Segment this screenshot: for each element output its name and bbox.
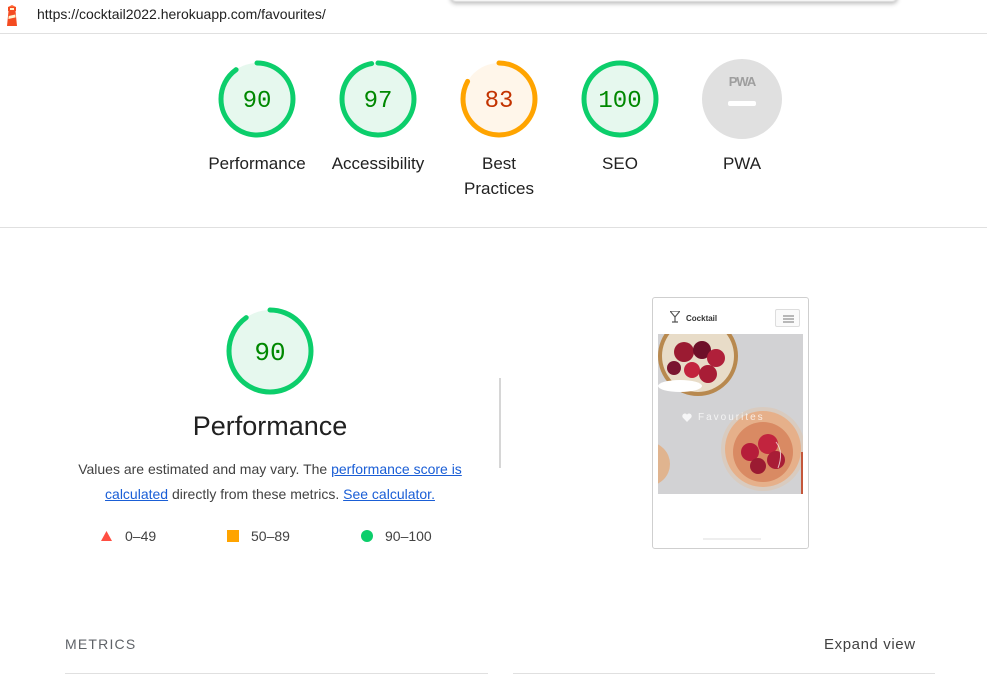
pwa-badge-text: PWA (729, 74, 757, 89)
screenshot-navbar: Cocktail (658, 306, 804, 334)
performance-title: Performance (192, 411, 348, 441)
metrics-heading: METRICS (65, 636, 137, 652)
legend-fail: 0–49 (100, 528, 156, 544)
dropdown-panel-edge (450, 0, 898, 2)
score-legend: 0–49 50–89 90–100 (0, 528, 520, 550)
legend-range: 50–89 (251, 528, 290, 544)
vertical-divider (499, 378, 501, 468)
gauge-label: SEO (602, 154, 638, 173)
performance-description: Values are estimated and may vary. The p… (60, 457, 480, 507)
gauge-ring: 90 (218, 60, 296, 138)
legend-range: 90–100 (385, 528, 432, 544)
address-bar: https://cocktail2022.herokuapp.com/favou… (0, 0, 987, 34)
header-divider (0, 227, 987, 228)
green-circle-icon (361, 530, 373, 542)
pwa-badge-icon: PWA (702, 59, 782, 139)
gauge-label: Performance (208, 154, 306, 173)
description-text: directly from these metrics. (168, 486, 344, 502)
overlay-text: Favourites (698, 412, 765, 423)
category-gauges: 90 Performance 97 Accessibility 83 Best … (0, 58, 987, 218)
orange-square-icon (227, 530, 239, 542)
screenshot-footer-bar (703, 538, 761, 540)
legend-pass: 90–100 (361, 528, 432, 544)
metrics-divider-left (65, 673, 488, 674)
description-text: Values are estimated and may vary. The (78, 461, 332, 477)
gauge-ring: 100 (581, 60, 659, 138)
cocktail-glass-icon (670, 311, 680, 323)
gauge-seo[interactable]: 100 SEO (559, 58, 681, 176)
screenshot-overlay: Favourites (682, 412, 792, 423)
metrics-divider-right (513, 673, 935, 674)
legend-average: 50–89 (227, 528, 290, 544)
gauge-performance[interactable]: 90 Performance (196, 58, 318, 176)
gauge-label: PWA (722, 154, 762, 173)
screenshot-brand: Cocktail (686, 314, 718, 323)
hamburger-icon (775, 309, 800, 327)
legend-range: 0–49 (125, 528, 157, 544)
gauge-ring: 97 (339, 60, 417, 138)
see-calculator-link[interactable]: See calculator. (343, 486, 435, 502)
gauge-best-practices[interactable]: 83 Best Practices (438, 58, 560, 201)
page-url[interactable]: https://cocktail2022.herokuapp.com/favou… (37, 6, 326, 22)
expand-view-toggle[interactable]: Expand view (824, 636, 916, 653)
gauge-score: 97 (364, 88, 393, 115)
gauge-label: Best Practices (464, 154, 534, 198)
performance-score: 90 (254, 338, 285, 368)
screenshot-hero-image: Favourites (658, 334, 803, 494)
red-triangle-icon (101, 531, 112, 541)
gauge-ring: 83 (460, 60, 538, 138)
gauge-accessibility[interactable]: 97 Accessibility (317, 58, 439, 176)
gauge-score: 90 (243, 88, 272, 115)
final-screenshot[interactable]: Cocktail Favourites (652, 297, 809, 549)
performance-gauge: 90 (226, 307, 314, 395)
gauge-label: Accessibility (331, 154, 425, 173)
gauge-score: 83 (485, 88, 514, 115)
heart-icon (682, 413, 692, 422)
gauge-pwa[interactable]: PWA PWA (681, 58, 803, 176)
gauge-score: 100 (598, 88, 641, 115)
lighthouse-icon (7, 5, 17, 26)
